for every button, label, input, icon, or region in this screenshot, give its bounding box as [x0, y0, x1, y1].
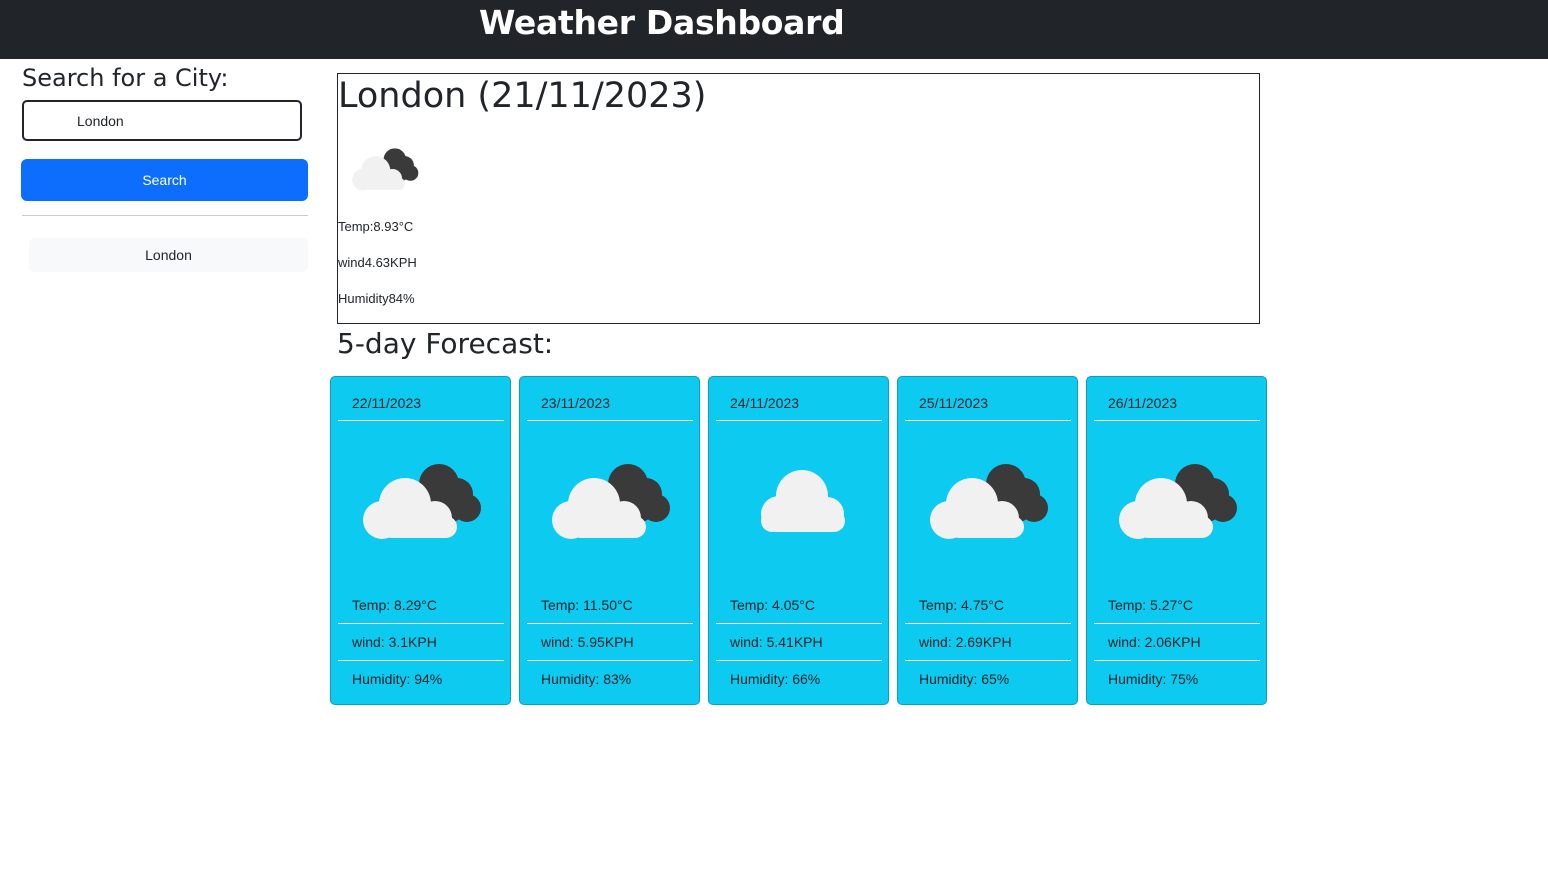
cloud-icon	[737, 462, 862, 547]
forecast-date: 23/11/2023	[541, 395, 611, 411]
card-divider	[716, 623, 882, 624]
forecast-humidity: Humidity: 94%	[352, 671, 443, 687]
app-header: Weather Dashboard	[0, 0, 1548, 59]
current-temp: Temp:8.93°C	[338, 219, 414, 234]
forecast-humidity: Humidity: 83%	[541, 671, 632, 687]
forecast-card: 22/11/2023 Temp: 8.29°C wind: 3.1KPH Hum…	[330, 376, 511, 705]
forecast-temp: Temp: 5.27°C	[1108, 597, 1193, 613]
history-item-london[interactable]: London	[29, 238, 308, 272]
search-button[interactable]: Search	[21, 159, 308, 201]
card-divider	[716, 660, 882, 661]
forecast-date: 22/11/2023	[352, 395, 422, 411]
forecast-card: 23/11/2023 Temp: 11.50°C wind: 5.95KPH H…	[519, 376, 700, 705]
forecast-title: 5-day Forecast:	[337, 327, 554, 360]
card-divider	[1094, 623, 1260, 624]
forecast-wind: wind: 2.69KPH	[919, 634, 1012, 650]
current-city-heading: London (21/11/2023)	[338, 76, 707, 116]
city-search-input[interactable]	[22, 100, 302, 141]
forecast-wind: wind: 5.41KPH	[730, 634, 823, 650]
card-divider	[716, 420, 882, 421]
card-divider	[905, 623, 1071, 624]
card-divider	[338, 623, 504, 624]
current-wind: wind4.63KPH	[338, 255, 417, 270]
forecast-card: 26/11/2023 Temp: 5.27°C wind: 2.06KPH Hu…	[1086, 376, 1267, 705]
current-weather-panel: London (21/11/2023) Temp:8.93°C wind4.63…	[337, 73, 1260, 324]
forecast-humidity: Humidity: 66%	[730, 671, 821, 687]
forecast-temp: Temp: 4.05°C	[730, 597, 815, 613]
forecast-temp: Temp: 8.29°C	[352, 597, 437, 613]
forecast-temp: Temp: 11.50°C	[541, 597, 633, 613]
forecast-wind: wind: 2.06KPH	[1108, 634, 1201, 650]
forecast-card: 24/11/2023 Temp: 4.05°C wind: 5.41KPH Hu…	[708, 376, 889, 705]
broken-clouds-icon	[926, 462, 1051, 547]
card-divider	[905, 660, 1071, 661]
card-divider	[527, 623, 693, 624]
search-label: Search for a City:	[22, 64, 229, 92]
page-title: Weather Dashboard	[479, 3, 845, 42]
forecast-date: 25/11/2023	[919, 395, 989, 411]
forecast-humidity: Humidity: 65%	[919, 671, 1010, 687]
current-humidity: Humidity84%	[338, 291, 415, 306]
card-divider	[527, 660, 693, 661]
card-divider	[527, 420, 693, 421]
forecast-date: 26/11/2023	[1108, 395, 1178, 411]
card-divider	[338, 660, 504, 661]
forecast-temp: Temp: 4.75°C	[919, 597, 1004, 613]
card-divider	[1094, 660, 1260, 661]
forecast-humidity: Humidity: 75%	[1108, 671, 1199, 687]
broken-clouds-icon	[548, 462, 673, 547]
card-divider	[1094, 420, 1260, 421]
forecast-date: 24/11/2023	[730, 395, 800, 411]
card-divider	[905, 420, 1071, 421]
broken-clouds-icon	[359, 462, 484, 547]
card-divider	[338, 420, 504, 421]
forecast-wind: wind: 3.1KPH	[352, 634, 437, 650]
forecast-wind: wind: 5.95KPH	[541, 634, 634, 650]
forecast-card: 25/11/2023 Temp: 4.75°C wind: 2.69KPH Hu…	[897, 376, 1078, 705]
sidebar-divider	[22, 215, 308, 216]
broken-clouds-icon	[350, 146, 420, 196]
broken-clouds-icon	[1115, 462, 1240, 547]
